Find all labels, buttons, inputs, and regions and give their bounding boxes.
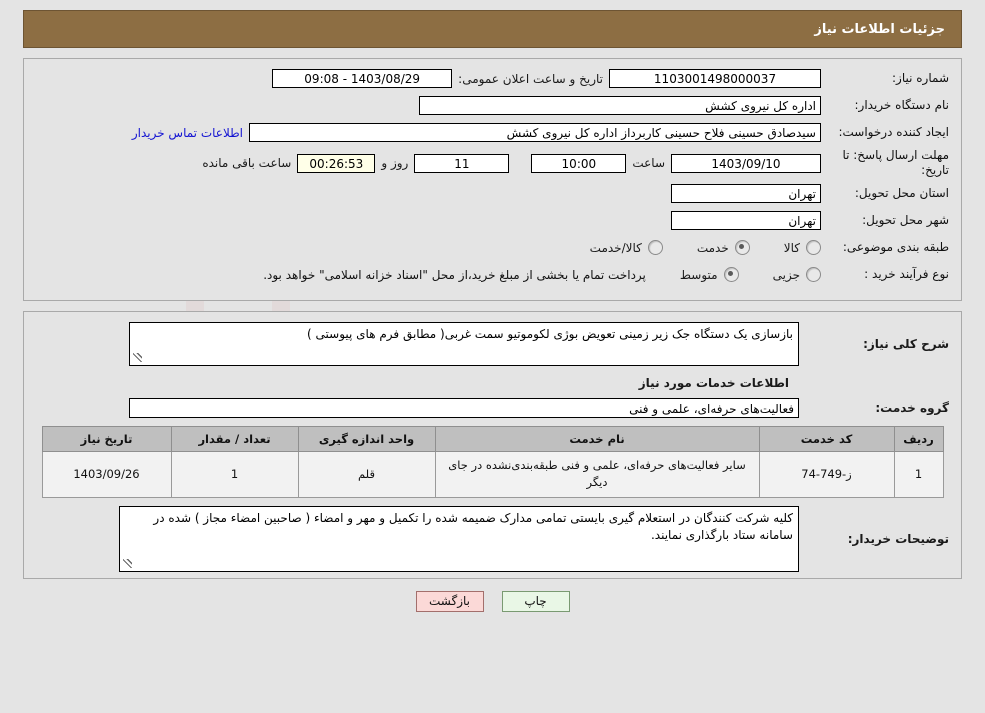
- purchase-process-label: نوع فرآیند خرید :: [864, 267, 949, 281]
- general-description-textarea[interactable]: بازسازی یک دستگاه جک زیر زمینی تعویض بوژ…: [129, 322, 799, 366]
- row-purchase-process: نوع فرآیند خرید : جزیی متوسط پرداخت تمام…: [36, 263, 949, 286]
- col-row-number: ردیف: [893, 426, 944, 452]
- row-subject-category: طبقه بندی موضوعی: کالا خدمت کالا/خدمت: [36, 236, 949, 259]
- print-button[interactable]: چاپ: [501, 590, 570, 612]
- public-announce-label: تاریخ و ساعت اعلان عمومی:: [458, 71, 603, 86]
- radio-process-medium[interactable]: متوسط: [680, 267, 739, 282]
- col-need-date: تاریخ نیاز: [41, 426, 172, 452]
- row-general-description: شرح کلی نیاز: بازسازی یک دستگاه جک زیر ز…: [36, 322, 949, 366]
- buyer-org-field[interactable]: اداره کل نیروی کشش: [419, 96, 821, 115]
- response-deadline-label: مهلت ارسال پاسخ: تا تاریخ:: [842, 148, 949, 177]
- need-number-value-wrap: 1103001498000037 تاریخ و ساعت اعلان عموم…: [272, 69, 821, 88]
- row-response-deadline: مهلت ارسال پاسخ: تا تاریخ: 1403/09/10 سا…: [36, 148, 949, 178]
- buyer-org-label: نام دستگاه خریدار:: [854, 98, 950, 112]
- col-service-code: کد خدمت: [758, 426, 895, 452]
- row-buyer-notes: توضیحات خریدار: کلیه شرکت کنندگان در است…: [36, 505, 949, 572]
- radio-process-minor-label: جزیی: [772, 267, 800, 282]
- row-buyer-org: نام دستگاه خریدار: اداره کل نیروی کشش: [36, 94, 949, 117]
- radio-process-medium-label: متوسط: [679, 267, 718, 282]
- request-creator-label: ایجاد کننده درخواست:: [838, 125, 949, 139]
- cell-service-name: سایر فعالیت‌های حرفه‌ای، علمی و فنی طبقه…: [434, 451, 760, 498]
- need-number-field[interactable]: 1103001498000037: [609, 69, 821, 88]
- page-title: جزئیات اطلاعات نیاز: [814, 21, 945, 37]
- buyer-notes-label: توضیحات خریدار:: [847, 531, 949, 546]
- delivery-city-label: شهر محل تحویل:: [862, 213, 949, 227]
- radio-circle-icon: [734, 240, 750, 255]
- cell-need-date: 1403/09/26: [41, 451, 172, 498]
- remaining-days-field[interactable]: 11: [414, 153, 510, 173]
- islamic-treasury-note: پرداخت تمام یا بخشی از مبلغ خرید،از محل …: [263, 267, 646, 282]
- service-group-label: گروه خدمت:: [875, 401, 949, 415]
- radio-subject-goods-label: کالا: [783, 240, 800, 255]
- radio-circle-icon: [647, 240, 663, 255]
- services-section-heading: اطلاعات خدمات مورد نیاز: [638, 376, 789, 390]
- delivery-city-value-wrap: تهران: [671, 211, 821, 230]
- col-service-name: نام خدمت: [434, 426, 760, 452]
- cell-row-number: 1: [893, 451, 944, 498]
- table-row: 1 ز-749-74 سایر فعالیت‌های حرفه‌ای، علمی…: [41, 451, 944, 498]
- request-creator-field[interactable]: سیدصادق حسینی فلاح حسینی کاربرداز اداره …: [249, 123, 821, 142]
- delivery-province-value-wrap: تهران: [671, 184, 821, 203]
- need-info-panel: شماره نیاز: 1103001498000037 تاریخ و ساع…: [23, 58, 962, 301]
- deadline-date-field[interactable]: 1403/09/10: [671, 153, 821, 173]
- general-description-label: شرح کلی نیاز:: [863, 337, 949, 351]
- radio-subject-goods[interactable]: کالا: [784, 240, 821, 255]
- cell-quantity: 1: [170, 451, 299, 498]
- need-details-panel: شرح کلی نیاز: بازسازی یک دستگاه جک زیر ز…: [23, 311, 962, 579]
- deadline-time-label: ساعت: [632, 156, 665, 170]
- subject-category-radio-group: کالا خدمت کالا/خدمت: [556, 240, 821, 255]
- request-creator-value-wrap: سیدصادق حسینی فلاح حسینی کاربرداز اداره …: [126, 123, 821, 142]
- cell-service-code: ز-749-74: [758, 451, 895, 498]
- row-delivery-province: استان محل تحویل: تهران: [36, 182, 949, 205]
- response-deadline-value-wrap: 1403/09/10 ساعت 10:00 11 روز و 00:26:53 …: [196, 153, 821, 173]
- service-group-field[interactable]: فعالیت‌های حرفه‌ای، علمی و فنی: [129, 398, 799, 418]
- back-button[interactable]: بازگشت: [415, 590, 484, 612]
- buyer-org-value-wrap: اداره کل نیروی کشش: [419, 96, 821, 115]
- action-button-bar: چاپ بازگشت: [0, 590, 985, 612]
- subject-category-label: طبقه بندی موضوعی:: [842, 240, 949, 254]
- buyer-notes-textarea[interactable]: کلیه شرکت کنندگان در استعلام گیری بایستی…: [119, 505, 799, 572]
- remaining-hours-label: ساعت باقی مانده: [202, 156, 292, 170]
- buyer-contact-link[interactable]: اطلاعات تماس خریدار: [126, 126, 249, 140]
- row-need-number: شماره نیاز: 1103001498000037 تاریخ و ساع…: [36, 67, 949, 90]
- radio-subject-goods-service-label: کالا/خدمت: [589, 240, 642, 255]
- services-table: ردیف کد خدمت نام خدمت واحد اندازه گیری ت…: [41, 426, 944, 498]
- remaining-days-label: روز و: [381, 156, 409, 170]
- cell-unit: قلم: [297, 451, 436, 498]
- page-root: جزئیات اطلاعات نیاز شماره نیاز: 11030014…: [0, 10, 985, 612]
- col-quantity: تعداد / مقدار: [170, 426, 299, 452]
- radio-subject-service[interactable]: خدمت: [697, 240, 750, 255]
- radio-circle-icon: [806, 267, 821, 282]
- radio-process-minor[interactable]: جزیی: [773, 267, 821, 282]
- radio-subject-service-label: خدمت: [696, 240, 729, 255]
- row-request-creator: ایجاد کننده درخواست: سیدصادق حسینی فلاح …: [36, 121, 949, 144]
- delivery-province-label: استان محل تحویل:: [854, 186, 949, 200]
- radio-circle-icon: [806, 240, 821, 255]
- row-service-group: گروه خدمت: فعالیت‌های حرفه‌ای، علمی و فن…: [36, 398, 949, 418]
- deadline-time-field[interactable]: 10:00: [531, 153, 627, 173]
- countdown-timer-field: 00:26:53: [297, 153, 376, 173]
- radio-subject-goods-service[interactable]: کالا/خدمت: [590, 240, 663, 255]
- delivery-city-field[interactable]: تهران: [671, 211, 821, 230]
- delivery-province-field[interactable]: تهران: [671, 184, 821, 203]
- radio-circle-icon: [723, 267, 739, 282]
- row-delivery-city: شهر محل تحویل: تهران: [36, 209, 949, 232]
- purchase-process-radio-group: جزیی متوسط پرداخت تمام یا بخشی از مبلغ خ…: [263, 267, 821, 282]
- table-header-row: ردیف کد خدمت نام خدمت واحد اندازه گیری ت…: [41, 426, 944, 452]
- public-announce-field[interactable]: 1403/08/29 - 09:08: [272, 69, 453, 88]
- page-header-bar: جزئیات اطلاعات نیاز: [23, 10, 962, 48]
- col-unit: واحد اندازه گیری: [297, 426, 436, 452]
- need-number-label: شماره نیاز:: [892, 71, 949, 85]
